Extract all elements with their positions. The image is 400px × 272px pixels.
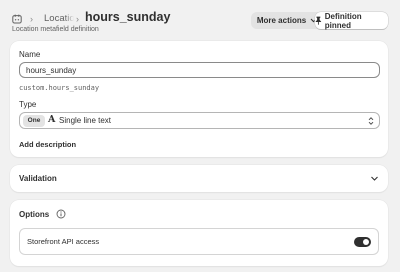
add-description-link[interactable]: Add description [19, 140, 76, 149]
options-title: Options [19, 210, 50, 219]
type-cardinality-badge: One [23, 115, 45, 127]
name-input[interactable]: hours_sunday [19, 62, 380, 78]
definition-card: Name hours_sunday custom.hours_sunday Ty… [10, 41, 388, 157]
storefront-access-row: Storefront API access [19, 228, 379, 255]
select-chevron-icon [368, 117, 374, 125]
validation-title: Validation [19, 174, 57, 183]
page-title: hours_sunday [85, 10, 171, 24]
more-actions-button[interactable]: More actions [251, 12, 323, 29]
breadcrumb-separator-icon: › [76, 14, 79, 24]
options-card: Options Storefront API access [10, 200, 388, 266]
chevron-down-icon [371, 176, 378, 181]
validation-card[interactable]: Validation [10, 165, 388, 192]
breadcrumb-link[interactable]: Location metafields [44, 13, 74, 24]
more-actions-label: More actions [256, 16, 307, 25]
breadcrumb-separator-icon: › [30, 14, 33, 24]
page-header: › Location metafields › hours_sunday Loc… [12, 10, 388, 36]
type-label: Type [19, 100, 37, 109]
definition-pinned-button[interactable]: Definition pinned [315, 11, 388, 30]
info-icon[interactable] [56, 209, 66, 219]
name-label: Name [19, 50, 41, 59]
page-subtitle: Location metafield definition [12, 26, 99, 33]
metafield-icon[interactable] [12, 14, 22, 24]
type-select[interactable]: One A Single line text [19, 112, 380, 129]
namespace-key: custom.hours_sunday [19, 84, 100, 92]
type-value: Single line text [59, 116, 112, 125]
definition-pinned-label: Definition pinned [324, 11, 362, 30]
toggle-knob [363, 239, 369, 245]
storefront-access-toggle[interactable] [354, 237, 371, 247]
pin-icon [315, 16, 322, 25]
text-type-icon: A [48, 114, 56, 125]
storefront-access-label: Storefront API access [27, 237, 100, 246]
